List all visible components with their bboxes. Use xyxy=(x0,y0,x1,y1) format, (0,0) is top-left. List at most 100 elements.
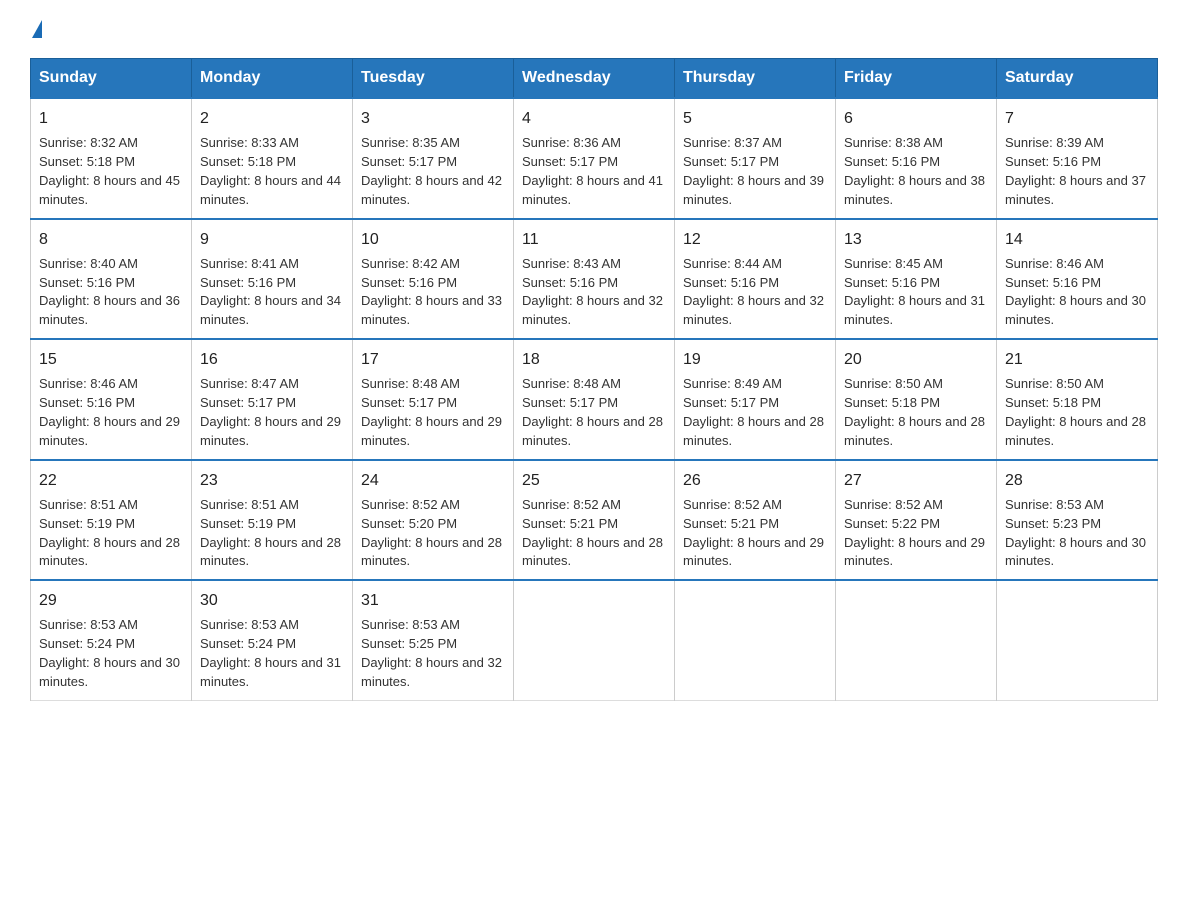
day-sunset: Sunset: 5:16 PM xyxy=(683,275,779,290)
day-number: 20 xyxy=(844,348,988,371)
day-sunset: Sunset: 5:23 PM xyxy=(1005,516,1101,531)
calendar-day-cell xyxy=(675,580,836,700)
day-daylight: Daylight: 8 hours and 28 minutes. xyxy=(361,535,502,569)
day-sunrise: Sunrise: 8:46 AM xyxy=(1005,256,1104,271)
day-daylight: Daylight: 8 hours and 28 minutes. xyxy=(522,414,663,448)
day-daylight: Daylight: 8 hours and 31 minutes. xyxy=(844,293,985,327)
day-number: 4 xyxy=(522,107,666,130)
logo xyxy=(30,20,42,38)
day-sunrise: Sunrise: 8:53 AM xyxy=(39,617,138,632)
day-number: 9 xyxy=(200,228,344,251)
calendar-day-cell xyxy=(514,580,675,700)
calendar-day-cell: 12Sunrise: 8:44 AMSunset: 5:16 PMDayligh… xyxy=(675,219,836,340)
day-daylight: Daylight: 8 hours and 42 minutes. xyxy=(361,173,502,207)
day-number: 27 xyxy=(844,469,988,492)
calendar-day-cell: 5Sunrise: 8:37 AMSunset: 5:17 PMDaylight… xyxy=(675,98,836,219)
day-daylight: Daylight: 8 hours and 29 minutes. xyxy=(39,414,180,448)
day-number: 18 xyxy=(522,348,666,371)
day-sunset: Sunset: 5:16 PM xyxy=(39,275,135,290)
calendar-day-cell: 16Sunrise: 8:47 AMSunset: 5:17 PMDayligh… xyxy=(192,339,353,460)
day-sunrise: Sunrise: 8:53 AM xyxy=(1005,497,1104,512)
day-sunset: Sunset: 5:18 PM xyxy=(39,154,135,169)
day-daylight: Daylight: 8 hours and 28 minutes. xyxy=(39,535,180,569)
day-daylight: Daylight: 8 hours and 30 minutes. xyxy=(1005,293,1146,327)
day-sunrise: Sunrise: 8:35 AM xyxy=(361,135,460,150)
day-sunrise: Sunrise: 8:32 AM xyxy=(39,135,138,150)
day-number: 12 xyxy=(683,228,827,251)
calendar-day-cell: 1 Sunrise: 8:32 AM Sunset: 5:18 PM Daylight… xyxy=(31,98,192,219)
day-sunset: Sunset: 5:16 PM xyxy=(361,275,457,290)
day-sunset: Sunset: 5:21 PM xyxy=(683,516,779,531)
day-sunrise: Sunrise: 8:47 AM xyxy=(200,376,299,391)
day-daylight: Daylight: 8 hours and 45 minutes. xyxy=(39,173,180,207)
calendar-day-cell: 13Sunrise: 8:45 AMSunset: 5:16 PMDayligh… xyxy=(836,219,997,340)
day-daylight: Daylight: 8 hours and 28 minutes. xyxy=(1005,414,1146,448)
calendar-day-cell: 11Sunrise: 8:43 AMSunset: 5:16 PMDayligh… xyxy=(514,219,675,340)
day-number: 15 xyxy=(39,348,183,371)
day-daylight: Daylight: 8 hours and 29 minutes. xyxy=(844,535,985,569)
day-daylight: Daylight: 8 hours and 32 minutes. xyxy=(683,293,824,327)
calendar-day-cell: 15Sunrise: 8:46 AMSunset: 5:16 PMDayligh… xyxy=(31,339,192,460)
day-sunrise: Sunrise: 8:52 AM xyxy=(844,497,943,512)
day-number: 26 xyxy=(683,469,827,492)
calendar-day-cell: 14Sunrise: 8:46 AMSunset: 5:16 PMDayligh… xyxy=(997,219,1158,340)
calendar-day-cell: 31Sunrise: 8:53 AMSunset: 5:25 PMDayligh… xyxy=(353,580,514,700)
day-sunset: Sunset: 5:17 PM xyxy=(361,395,457,410)
day-number: 30 xyxy=(200,589,344,612)
day-number: 6 xyxy=(844,107,988,130)
day-sunrise: Sunrise: 8:48 AM xyxy=(522,376,621,391)
day-sunset: Sunset: 5:24 PM xyxy=(39,636,135,651)
day-number: 23 xyxy=(200,469,344,492)
day-daylight: Daylight: 8 hours and 29 minutes. xyxy=(361,414,502,448)
calendar-day-cell: 23Sunrise: 8:51 AMSunset: 5:19 PMDayligh… xyxy=(192,460,353,581)
day-daylight: Daylight: 8 hours and 29 minutes. xyxy=(683,535,824,569)
calendar-day-cell: 18Sunrise: 8:48 AMSunset: 5:17 PMDayligh… xyxy=(514,339,675,460)
header-friday: Friday xyxy=(836,59,997,99)
day-sunrise: Sunrise: 8:50 AM xyxy=(1005,376,1104,391)
day-sunrise: Sunrise: 8:53 AM xyxy=(200,617,299,632)
day-number: 31 xyxy=(361,589,505,612)
day-number: 13 xyxy=(844,228,988,251)
calendar-day-cell: 30Sunrise: 8:53 AMSunset: 5:24 PMDayligh… xyxy=(192,580,353,700)
day-sunrise: Sunrise: 8:52 AM xyxy=(522,497,621,512)
header-saturday: Saturday xyxy=(997,59,1158,99)
day-sunrise: Sunrise: 8:48 AM xyxy=(361,376,460,391)
header-monday: Monday xyxy=(192,59,353,99)
day-sunrise: Sunrise: 8:45 AM xyxy=(844,256,943,271)
day-number: 17 xyxy=(361,348,505,371)
calendar-day-cell: 24Sunrise: 8:52 AMSunset: 5:20 PMDayligh… xyxy=(353,460,514,581)
day-sunset: Sunset: 5:16 PM xyxy=(522,275,618,290)
day-number: 2 xyxy=(200,107,344,130)
day-number: 28 xyxy=(1005,469,1149,492)
day-sunset: Sunset: 5:20 PM xyxy=(361,516,457,531)
day-number: 14 xyxy=(1005,228,1149,251)
header-thursday: Thursday xyxy=(675,59,836,99)
calendar-table: SundayMondayTuesdayWednesdayThursdayFrid… xyxy=(30,58,1158,701)
day-sunset: Sunset: 5:17 PM xyxy=(683,154,779,169)
calendar-day-cell: 29Sunrise: 8:53 AMSunset: 5:24 PMDayligh… xyxy=(31,580,192,700)
day-daylight: Daylight: 8 hours and 44 minutes. xyxy=(200,173,341,207)
day-number: 29 xyxy=(39,589,183,612)
day-sunset: Sunset: 5:16 PM xyxy=(39,395,135,410)
day-sunrise: Sunrise: 8:53 AM xyxy=(361,617,460,632)
header-tuesday: Tuesday xyxy=(353,59,514,99)
day-daylight: Daylight: 8 hours and 33 minutes. xyxy=(361,293,502,327)
day-sunset: Sunset: 5:19 PM xyxy=(39,516,135,531)
calendar-day-cell: 10Sunrise: 8:42 AMSunset: 5:16 PMDayligh… xyxy=(353,219,514,340)
day-daylight: Daylight: 8 hours and 38 minutes. xyxy=(844,173,985,207)
day-daylight: Daylight: 8 hours and 30 minutes. xyxy=(1005,535,1146,569)
calendar-day-cell: 4Sunrise: 8:36 AMSunset: 5:17 PMDaylight… xyxy=(514,98,675,219)
calendar-day-cell: 6Sunrise: 8:38 AMSunset: 5:16 PMDaylight… xyxy=(836,98,997,219)
calendar-day-cell: 17 Sunrise: 8:48 AM Sunset: 5:17 PM Dayligh… xyxy=(353,339,514,460)
day-daylight: Daylight: 8 hours and 28 minutes. xyxy=(844,414,985,448)
calendar-day-cell: 28 Sunrise: 8:53 AM Sunset: 5:23 PM Dayligh… xyxy=(997,460,1158,581)
day-daylight: Daylight: 8 hours and 28 minutes. xyxy=(683,414,824,448)
calendar-day-cell: 9Sunrise: 8:41 AMSunset: 5:16 PMDaylight… xyxy=(192,219,353,340)
day-sunrise: Sunrise: 8:40 AM xyxy=(39,256,138,271)
header-sunday: Sunday xyxy=(31,59,192,99)
day-sunset: Sunset: 5:19 PM xyxy=(200,516,296,531)
day-sunrise: Sunrise: 8:52 AM xyxy=(683,497,782,512)
day-sunrise: Sunrise: 8:39 AM xyxy=(1005,135,1104,150)
day-number: 1 xyxy=(39,107,183,130)
day-sunset: Sunset: 5:17 PM xyxy=(683,395,779,410)
